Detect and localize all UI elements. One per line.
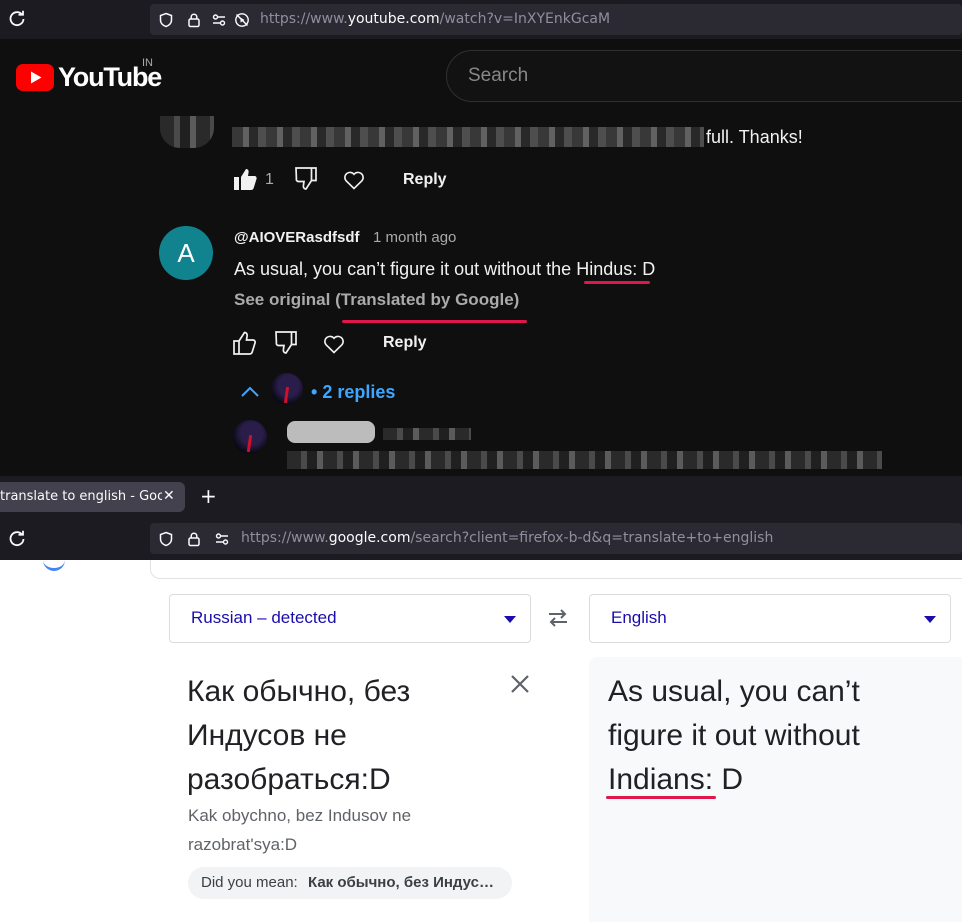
- like-icon-filled[interactable]: [232, 166, 258, 192]
- source-language-label: Russian – detected: [191, 608, 337, 627]
- address-bar[interactable]: https://www.google.com/search?client=fir…: [150, 523, 962, 554]
- annotation-underline-translated: [342, 320, 527, 323]
- permissions-icon[interactable]: [211, 12, 227, 28]
- swap-languages-icon[interactable]: [546, 608, 570, 628]
- see-original-link[interactable]: See original (Translated by Google): [234, 290, 519, 310]
- did-you-mean-value: Как обычно, без Индусов не разобраться: [308, 874, 498, 891]
- like-icon[interactable]: [232, 330, 258, 356]
- transliteration: Kak obychno, bez Indusov ne razobrat'sya…: [188, 806, 412, 854]
- did-you-mean-suggestion[interactable]: Did you mean: Как обычно, без Индусов не…: [188, 867, 512, 899]
- redacted-reply-time: [383, 428, 471, 440]
- new-tab-button[interactable]: +: [200, 486, 217, 506]
- google-toolbar: https://www.google.com/search?client=fir…: [0, 518, 962, 560]
- reply-button[interactable]: Reply: [383, 334, 427, 352]
- dropdown-arrow-icon: [504, 616, 516, 623]
- comment-text-before: As usual, you can’t figure it out withou…: [234, 259, 577, 279]
- dropdown-arrow-icon: [924, 616, 936, 623]
- dislike-icon[interactable]: [274, 330, 300, 356]
- reply-author-avatar: [233, 420, 267, 454]
- youtube-window: https://www.youtube.com/watch?v=InXYEnkG…: [0, 0, 962, 476]
- comment-text-after: : D: [632, 259, 656, 279]
- translated-by-google: (Translated by Google): [335, 290, 520, 309]
- url-text[interactable]: https://www.youtube.com/watch?v=InXYEnkG…: [260, 11, 610, 27]
- reload-icon[interactable]: [8, 530, 26, 548]
- translation-output: As usual, you can’t figure it out withou…: [608, 675, 860, 796]
- annotation-underline-indians: [606, 796, 716, 799]
- prev-comment-text: full. Thanks!: [706, 127, 803, 147]
- autoplay-blocked-icon[interactable]: [234, 12, 250, 28]
- redacted-comment-text: [232, 127, 704, 147]
- country-code: IN: [142, 57, 153, 69]
- redacted-reply-text: [287, 451, 882, 469]
- replies-toggle[interactable]: • 2 replies: [311, 382, 395, 403]
- heart-icon[interactable]: [341, 167, 367, 193]
- source-text[interactable]: Как обычно, без Индусов не разобраться:D: [187, 670, 507, 802]
- source-language-select[interactable]: Russian – detected: [169, 594, 531, 643]
- reload-icon[interactable]: [8, 10, 26, 28]
- reply-button[interactable]: Reply: [403, 171, 447, 189]
- search-input[interactable]: Search: [446, 50, 962, 102]
- search-placeholder: Search: [468, 65, 529, 86]
- lock-icon[interactable]: [186, 12, 202, 28]
- reply-avatar: [271, 373, 303, 405]
- youtube-play-icon: [16, 63, 54, 91]
- clear-text-icon[interactable]: [509, 673, 531, 695]
- dislike-icon[interactable]: [294, 166, 320, 192]
- redacted-reply-author: [287, 421, 375, 443]
- target-language-label: English: [611, 608, 667, 627]
- browser-tab-bar: translate to english - Google ✕ +: [0, 476, 962, 518]
- redacted-avatar: [160, 116, 214, 148]
- chevron-up-icon[interactable]: [240, 384, 260, 400]
- close-tab-icon[interactable]: ✕: [163, 488, 175, 504]
- lock-icon[interactable]: [186, 531, 202, 547]
- address-bar[interactable]: https://www.youtube.com/watch?v=InXYEnkG…: [150, 4, 962, 35]
- comment-author[interactable]: @AIOVERasdfsdf: [234, 229, 359, 246]
- did-you-mean-label: Did you mean:: [201, 874, 298, 891]
- youtube-toolbar: https://www.youtube.com/watch?v=InXYEnkG…: [0, 0, 962, 39]
- tab-google-translate[interactable]: translate to english - Google ✕: [0, 482, 185, 512]
- comment-time[interactable]: 1 month ago: [373, 229, 456, 246]
- url-text[interactable]: https://www.google.com/search?client=fir…: [241, 530, 773, 546]
- shield-icon[interactable]: [158, 531, 174, 547]
- google-translate-widget: Russian – detected English Как обычно, б…: [0, 560, 962, 922]
- annotation-underline-hindus: [584, 281, 650, 284]
- tab-title: translate to english - Google: [0, 489, 162, 504]
- youtube-logo[interactable]: YouTube: [16, 62, 162, 92]
- shield-icon[interactable]: [158, 12, 174, 28]
- permissions-icon[interactable]: [214, 531, 230, 547]
- comment-text: As usual, you can’t figure it out withou…: [234, 259, 655, 280]
- heart-icon[interactable]: [321, 331, 347, 357]
- highlighted-word-indians: Indians: [608, 763, 705, 796]
- like-count: 1: [265, 171, 274, 188]
- google-logo-fragment: [43, 560, 65, 571]
- search-box-edge: [150, 560, 962, 579]
- highlighted-word-hindus: Hindus: [576, 259, 633, 279]
- commenter-avatar[interactable]: A: [159, 226, 213, 280]
- target-language-select[interactable]: English: [589, 594, 951, 643]
